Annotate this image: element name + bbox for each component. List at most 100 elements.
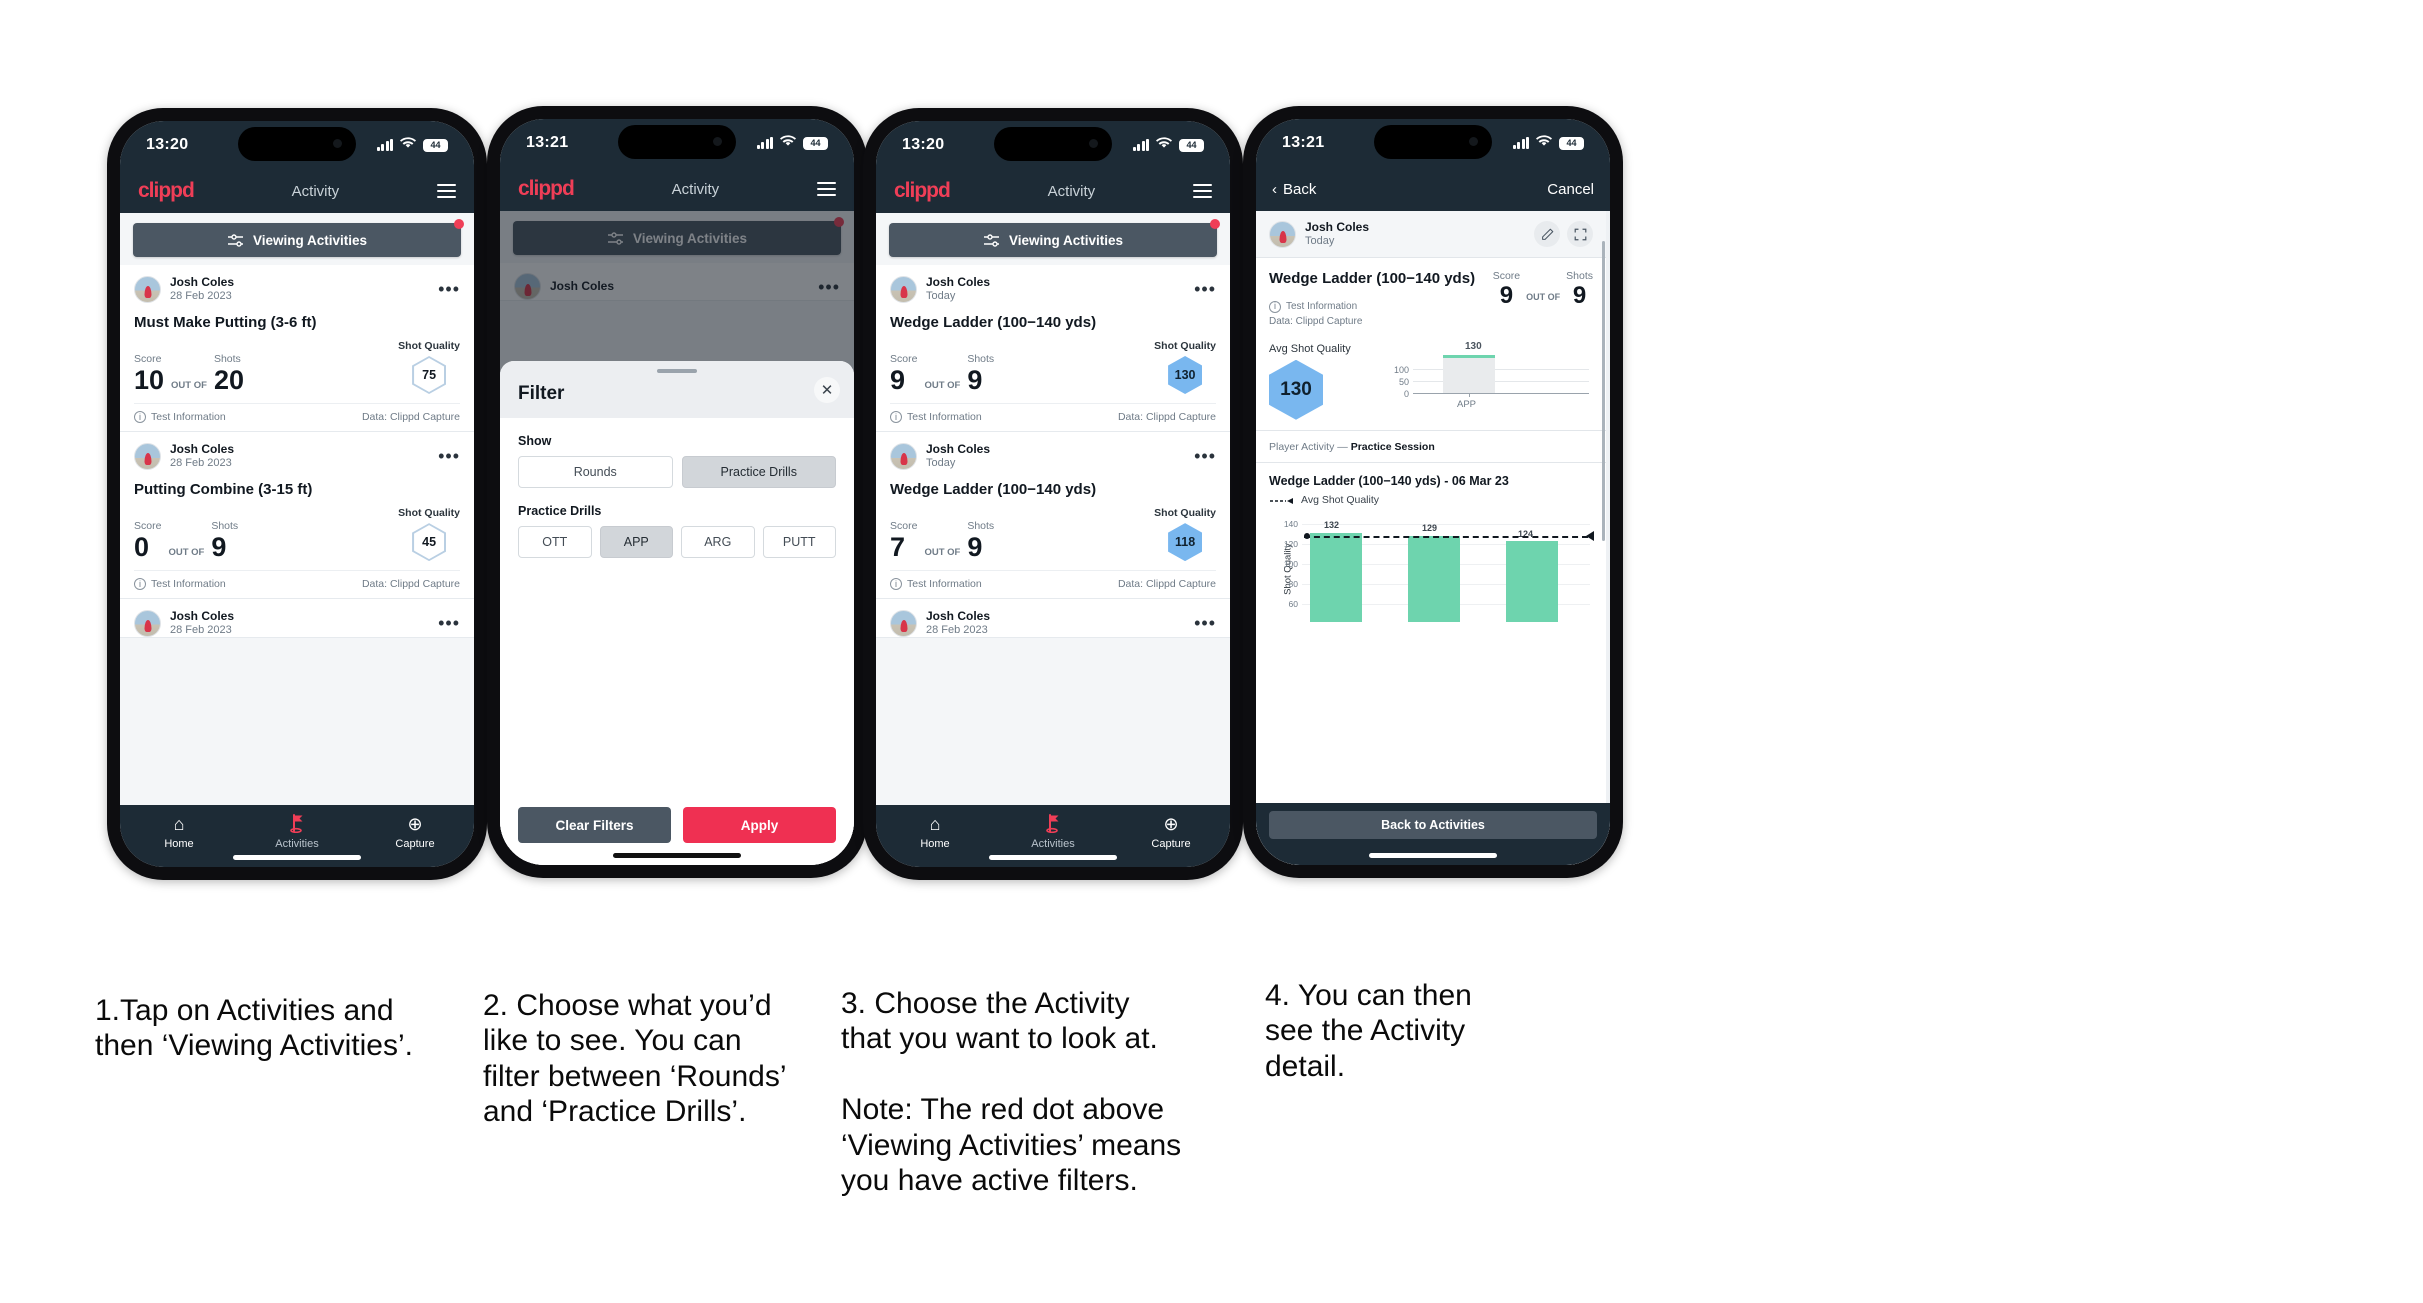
page-title: Activity (1047, 182, 1096, 200)
score-label: Score (134, 520, 162, 533)
score-block: Score 7 (890, 520, 917, 561)
tab-capture[interactable]: ⊕ Capture (356, 813, 474, 850)
activity-title: Putting Combine (3-15 ft) (134, 481, 313, 499)
tab-activities[interactable]: Activities (994, 813, 1112, 850)
status-time: 13:21 (526, 134, 569, 151)
score-block: Score 10 (134, 353, 164, 394)
plus-circle-icon: ⊕ (407, 814, 423, 834)
test-information-label: Test Information (151, 578, 226, 591)
home-indicator (1369, 853, 1497, 858)
out-of-label: OUT OF (924, 380, 961, 392)
shots-block: Shots 9 (967, 353, 994, 394)
cancel-button[interactable]: Cancel (1547, 181, 1594, 198)
scrollbar[interactable] (1602, 241, 1605, 541)
activity-date: 28 Feb 2023 (926, 623, 988, 636)
shot-quality-value: 45 (414, 525, 445, 560)
option-arg[interactable]: ARG (681, 526, 755, 558)
battery-icon: 44 (1179, 138, 1204, 152)
player-activity-section: Player Activity — Practice Session (1256, 431, 1606, 463)
cellular-signal-icon (756, 137, 773, 149)
activity-card[interactable]: Josh Coles 28 Feb 2023 ••• Must Make Put… (120, 265, 474, 433)
status-time: 13:20 (146, 136, 189, 153)
tab-home[interactable]: ⌂ Home (120, 813, 238, 850)
cards-container: Josh Coles 28 Feb 2023 ••• Must Make Put… (120, 265, 474, 639)
clear-filters-button[interactable]: Clear Filters (518, 807, 671, 843)
info-icon: i (890, 578, 902, 591)
tab-activities-label: Activities (1031, 838, 1075, 850)
chart-data-label: 129 (1422, 522, 1438, 533)
viewing-activities-wrap: Viewing Activities (876, 213, 1230, 265)
modal-header: Filter ✕ (500, 361, 854, 418)
filter-modal: Filter ✕ Show Rounds Practice Drills Pra… (500, 361, 854, 865)
option-app[interactable]: APP (599, 526, 673, 558)
chevron-left-icon: ‹ (1272, 180, 1277, 198)
activity-card[interactable]: Josh Coles Today ••• Wedge Ladder (100−1… (876, 432, 1230, 600)
more-options-icon[interactable]: ••• (1194, 280, 1216, 298)
back-to-activities-button[interactable]: Back to Activities (1269, 811, 1597, 839)
close-icon[interactable]: ✕ (814, 377, 840, 403)
menu-icon[interactable] (437, 184, 456, 198)
tab-activities[interactable]: Activities (238, 813, 356, 850)
expand-icon[interactable] (1567, 221, 1593, 248)
test-information-label: Test Information (1286, 300, 1358, 312)
viewing-activities-button[interactable]: Viewing Activities (133, 223, 461, 257)
shots-value: 9 (1572, 282, 1587, 310)
activity-list: Viewing Activities Josh Coles ••• Fi (500, 211, 854, 865)
activity-card[interactable]: Josh Coles 28 Feb 2023 ••• Putting Combi… (120, 432, 474, 600)
card-footer: i Test Information Data: Clippd Capture (134, 403, 460, 431)
activity-card[interactable]: Josh Coles 28 Feb 2023 ••• (120, 599, 474, 639)
card-footer: i Test Information Data: Clippd Capture (890, 403, 1216, 431)
shot-quality-hexagon: 75 (412, 356, 447, 395)
more-options-icon[interactable]: ••• (438, 280, 460, 298)
avatar (890, 442, 917, 470)
menu-icon[interactable] (817, 182, 836, 196)
plus-circle-icon: ⊕ (1163, 814, 1179, 834)
card-stats: Score 7 OUT OF Shots 9 Shot Quality 118 (890, 507, 1216, 570)
more-options-icon[interactable]: ••• (1194, 614, 1216, 632)
drag-handle[interactable] (657, 369, 697, 373)
detail-header: Josh Coles Today (1256, 211, 1606, 259)
card-header: Josh Coles Today ••• (890, 442, 1216, 470)
card-stats: Score 10 OUT OF Shots 20 Shot Quality 75 (134, 340, 460, 403)
pencil-icon[interactable] (1534, 221, 1560, 248)
caption-step-3: 3. Choose the Activity that you want to … (841, 987, 1182, 1197)
option-putt[interactable]: PUTT (762, 526, 836, 558)
apply-button[interactable]: Apply (683, 807, 836, 843)
test-information-label: Test Information (151, 411, 226, 424)
chart-bar (1408, 535, 1460, 622)
activity-card[interactable]: Josh Coles Today ••• Wedge Ladder (100−1… (876, 265, 1230, 433)
shot-quality-block: Shot Quality 118 (1154, 507, 1216, 562)
cellular-signal-icon (1132, 139, 1149, 151)
drill-options: OTT APP ARG PUTT (518, 526, 836, 558)
menu-icon[interactable] (1193, 184, 1212, 198)
chart-ytick: 120 (1283, 538, 1298, 549)
option-ott[interactable]: OTT (518, 526, 592, 558)
shots-block: Shots 9 (967, 520, 994, 561)
dynamic-island (618, 125, 736, 159)
more-options-icon[interactable]: ••• (438, 447, 460, 465)
chart-ytick: 100 (1283, 558, 1298, 569)
activity-list: Viewing Activities Josh Coles 28 Feb 202… (120, 213, 474, 805)
user-name: Josh Coles (1305, 220, 1370, 234)
cellular-signal-icon (376, 139, 393, 151)
shot-quality-label: Shot Quality (1154, 507, 1216, 520)
tab-capture[interactable]: ⊕ Capture (1112, 813, 1230, 850)
phone-3: 13:20 44 clippd Activity Viewing Activit… (863, 108, 1243, 880)
wifi-icon (780, 134, 796, 152)
option-rounds[interactable]: Rounds (518, 456, 673, 488)
activity-title: Wedge Ladder (100−140 yds) (890, 481, 1097, 499)
user-name: Josh Coles (926, 609, 991, 624)
option-practice-drills[interactable]: Practice Drills (681, 456, 836, 488)
info-icon: i (134, 578, 146, 591)
dynamic-island (994, 127, 1112, 161)
back-button[interactable]: ‹ Back (1272, 181, 1316, 198)
more-options-icon[interactable]: ••• (438, 614, 460, 632)
activity-card[interactable]: Josh Coles 28 Feb 2023 ••• (876, 599, 1230, 639)
tab-home[interactable]: ⌂ Home (876, 813, 994, 850)
more-options-icon[interactable]: ••• (1194, 447, 1216, 465)
activity-date: 28 Feb 2023 (170, 289, 232, 302)
viewing-activities-button[interactable]: Viewing Activities (889, 223, 1217, 257)
tab-home-label: Home (920, 838, 950, 850)
card-footer: i Test Information Data: Clippd Capture (134, 570, 460, 598)
activity-title: Wedge Ladder (100−140 yds) (1269, 270, 1476, 288)
